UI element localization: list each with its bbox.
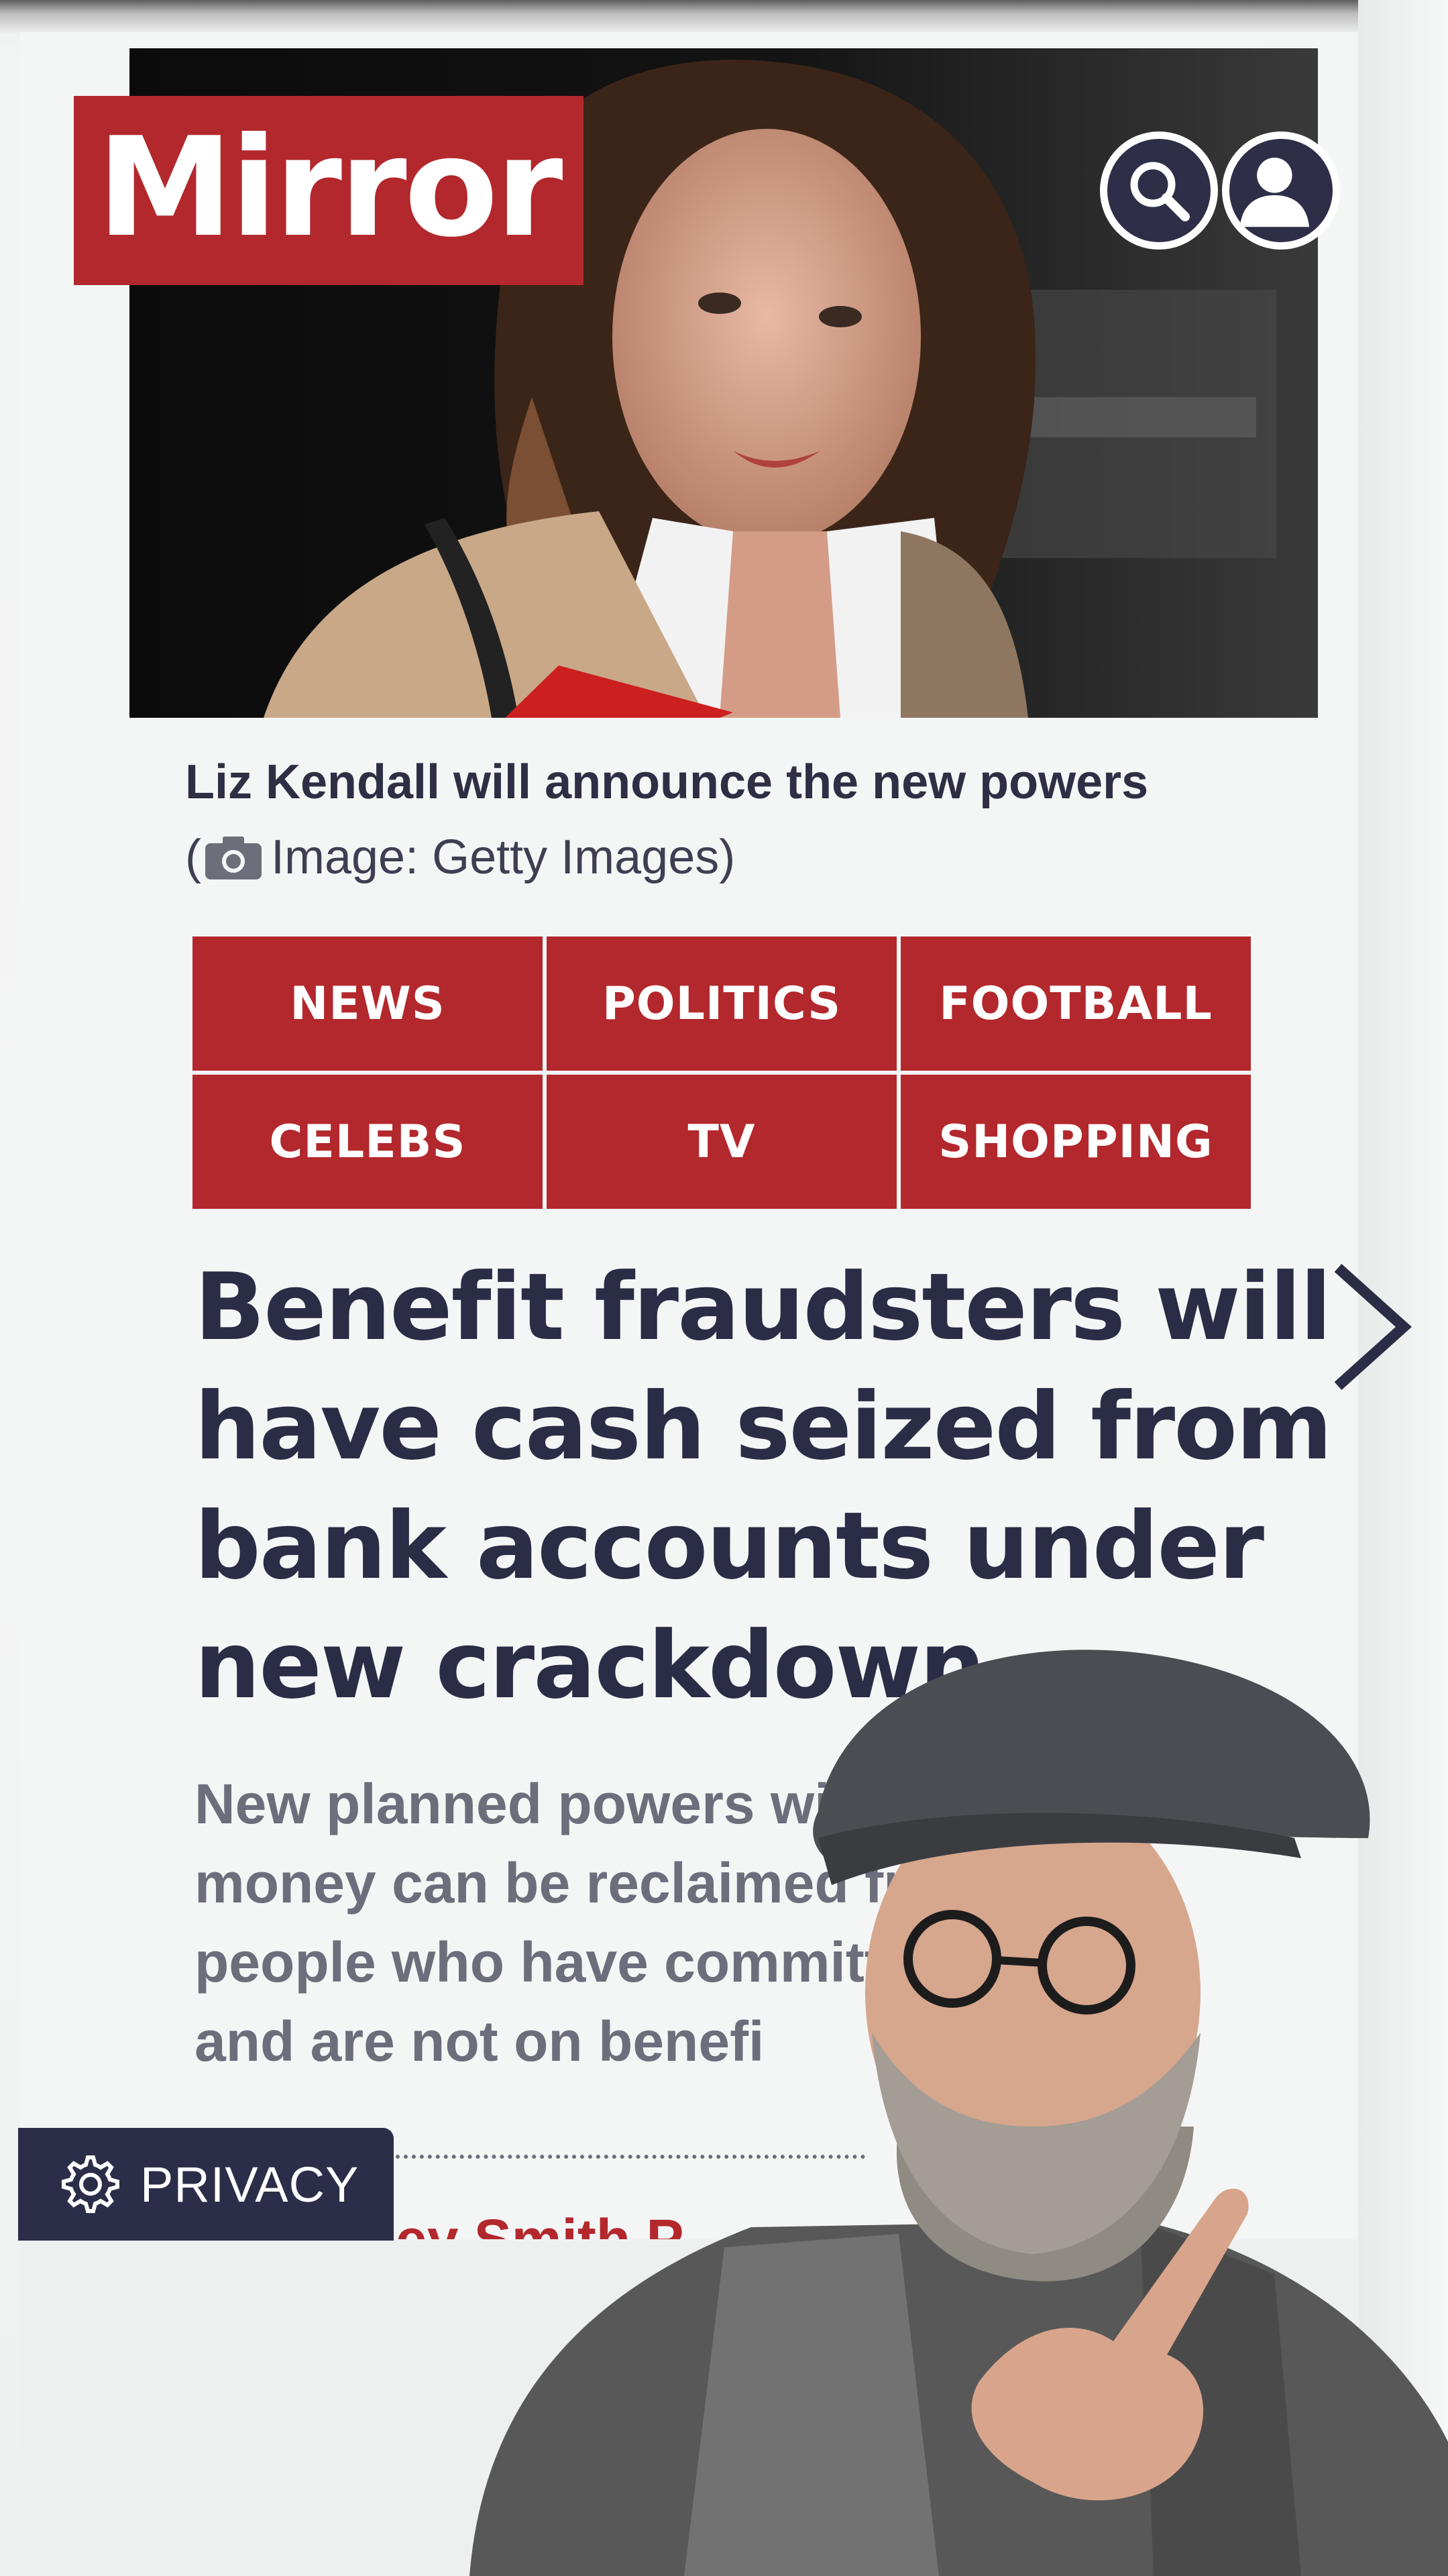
- search-button[interactable]: [1100, 131, 1218, 250]
- user-icon: [1239, 158, 1309, 227]
- account-button[interactable]: [1222, 131, 1340, 250]
- caption-credit-line: ( Image: Getty Images): [185, 820, 1312, 895]
- search-icon: [1130, 162, 1190, 221]
- nav-football[interactable]: FOOTBALL: [901, 936, 1251, 1071]
- nav-politics[interactable]: POLITICS: [547, 936, 897, 1071]
- nav-shopping[interactable]: SHOPPING: [901, 1075, 1251, 1209]
- nav-news[interactable]: NEWS: [192, 936, 543, 1071]
- presenter-overlay: [469, 1650, 1448, 2576]
- headline-line: have cash seized from: [194, 1373, 1333, 1481]
- image-caption: Liz Kendall will announce the new powers…: [185, 745, 1312, 895]
- top-shadow: [0, 0, 1448, 34]
- camera-icon: [205, 837, 262, 879]
- gear-icon: [62, 2155, 119, 2213]
- privacy-button[interactable]: PRIVACY: [18, 2128, 394, 2241]
- nav-tv[interactable]: TV: [547, 1075, 897, 1209]
- nav-celebs[interactable]: CELEBS: [192, 1075, 543, 1209]
- section-nav: NEWS POLITICS FOOTBALL CELEBS TV SHOPPIN…: [192, 936, 1251, 1209]
- caption-open-paren: (: [185, 830, 201, 884]
- headline-line: Benefit fraudsters will: [194, 1253, 1332, 1361]
- chevron-right-icon[interactable]: [1325, 1254, 1418, 1402]
- caption-title: Liz Kendall will announce the new powers: [185, 755, 1149, 809]
- mirror-logo[interactable]: Mirror: [74, 96, 583, 285]
- caption-credit: Image: Getty Images): [270, 830, 736, 884]
- privacy-label: PRIVACY: [140, 2156, 359, 2212]
